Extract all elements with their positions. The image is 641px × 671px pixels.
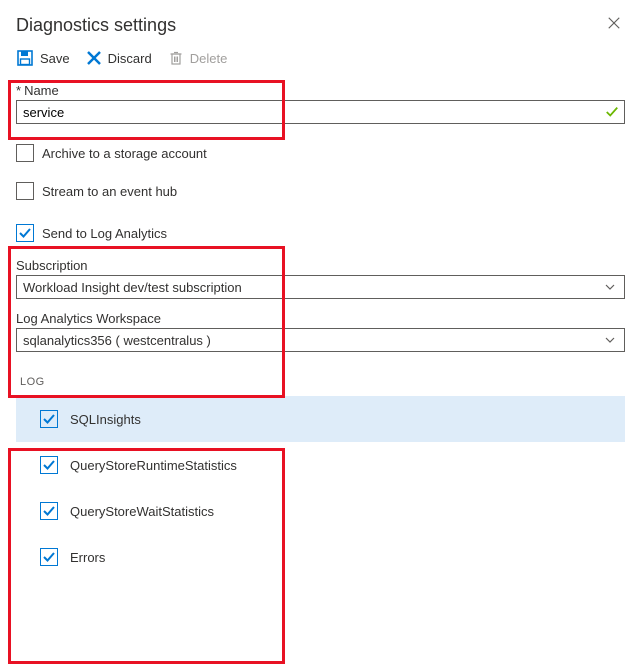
log-item-querystoreruntime[interactable]: QueryStoreRuntimeStatistics bbox=[16, 442, 625, 488]
log-item-label: QueryStoreWaitStatistics bbox=[70, 504, 214, 519]
required-indicator: * bbox=[16, 83, 21, 98]
archive-checkbox[interactable] bbox=[16, 144, 34, 162]
chevron-down-icon bbox=[604, 334, 616, 346]
discard-icon bbox=[86, 50, 102, 66]
discard-label: Discard bbox=[108, 51, 152, 66]
log-item-label: Errors bbox=[70, 550, 105, 565]
log-list: SQLInsights QueryStoreRuntimeStatistics … bbox=[16, 396, 625, 580]
delete-label: Delete bbox=[190, 51, 228, 66]
name-label: *Name bbox=[16, 83, 625, 98]
delete-button: Delete bbox=[168, 50, 228, 66]
log-checkbox[interactable] bbox=[40, 548, 58, 566]
log-checkbox[interactable] bbox=[40, 410, 58, 428]
log-analytics-label: Send to Log Analytics bbox=[42, 226, 167, 241]
discard-button[interactable]: Discard bbox=[86, 50, 152, 66]
workspace-select[interactable]: sqlanalytics356 ( westcentralus ) bbox=[16, 328, 625, 352]
subscription-value: Workload Insight dev/test subscription bbox=[23, 280, 242, 295]
delete-icon bbox=[168, 50, 184, 66]
save-label: Save bbox=[40, 51, 70, 66]
log-item-label: SQLInsights bbox=[70, 412, 141, 427]
log-section-heading: LOG bbox=[20, 376, 625, 388]
log-item-errors[interactable]: Errors bbox=[16, 534, 625, 580]
archive-label: Archive to a storage account bbox=[42, 146, 207, 161]
subscription-label: Subscription bbox=[16, 258, 625, 273]
log-analytics-checkbox[interactable] bbox=[16, 224, 34, 242]
workspace-value: sqlanalytics356 ( westcentralus ) bbox=[23, 333, 211, 348]
close-button[interactable] bbox=[603, 12, 625, 39]
chevron-down-icon bbox=[604, 281, 616, 293]
valid-icon bbox=[605, 105, 619, 119]
subscription-select[interactable]: Workload Insight dev/test subscription bbox=[16, 275, 625, 299]
stream-checkbox[interactable] bbox=[16, 182, 34, 200]
stream-label: Stream to an event hub bbox=[42, 184, 177, 199]
log-item-sqlinsights[interactable]: SQLInsights bbox=[16, 396, 625, 442]
close-icon bbox=[607, 16, 621, 30]
save-button[interactable]: Save bbox=[16, 49, 70, 67]
log-checkbox[interactable] bbox=[40, 456, 58, 474]
log-item-label: QueryStoreRuntimeStatistics bbox=[70, 458, 237, 473]
save-icon bbox=[16, 49, 34, 67]
page-title: Diagnostics settings bbox=[16, 15, 176, 36]
log-checkbox[interactable] bbox=[40, 502, 58, 520]
log-item-querystorewait[interactable]: QueryStoreWaitStatistics bbox=[16, 488, 625, 534]
workspace-label: Log Analytics Workspace bbox=[16, 311, 625, 326]
name-input[interactable] bbox=[16, 100, 625, 124]
